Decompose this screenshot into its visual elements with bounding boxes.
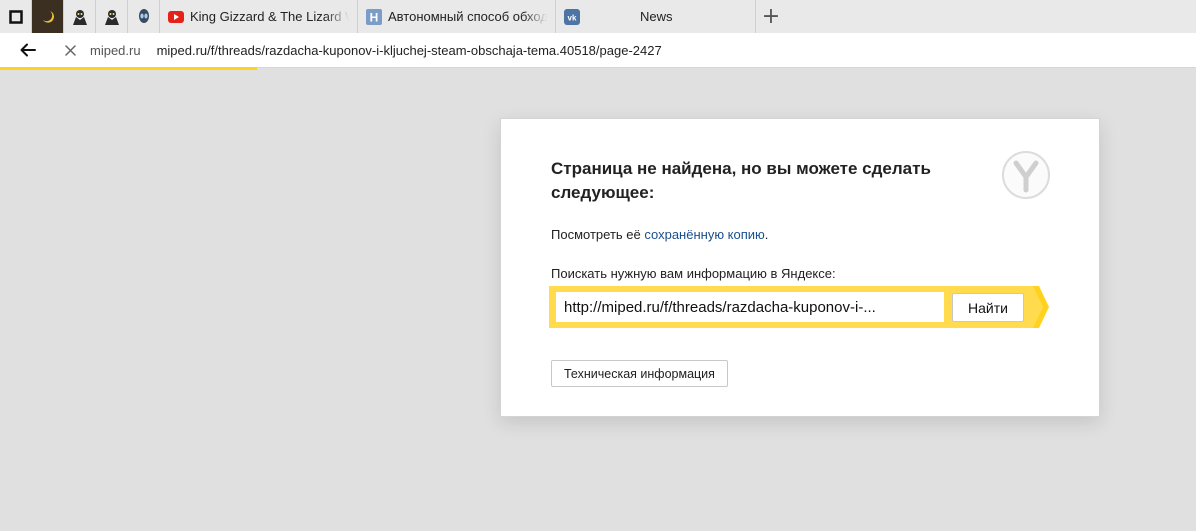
stop-loading-button[interactable] (56, 33, 84, 68)
tab-pinned-5[interactable] (128, 0, 160, 33)
yandex-browser-logo (1002, 151, 1050, 199)
tab-label: Автономный способ обход (388, 9, 547, 24)
tab-label: News (640, 9, 673, 24)
error-card: Страница не найдена, но вы можете сделат… (500, 118, 1100, 417)
square-outline-icon (8, 9, 23, 24)
arrow-left-icon (20, 43, 36, 57)
close-icon (64, 44, 76, 56)
saved-copy-link[interactable]: сохранённую копию (644, 227, 764, 242)
search-input[interactable] (556, 292, 944, 322)
tab-strip: King Gizzard & The Lizard W H Автономный… (0, 0, 1196, 33)
youtube-icon (168, 9, 184, 25)
tab-article[interactable]: H Автономный способ обход (358, 0, 556, 33)
svg-text:vk: vk (568, 13, 577, 22)
tech-info-button[interactable]: Техническая информация (551, 360, 728, 387)
saved-copy-prefix: Посмотреть её (551, 227, 645, 242)
tab-vk[interactable]: vk News (556, 0, 756, 33)
tab-label: King Gizzard & The Lizard W (190, 9, 349, 24)
url-field[interactable]: miped.ru/f/threads/razdacha-kuponov-i-kl… (157, 43, 662, 58)
search-prompt: Поискать нужную вам информацию в Яндексе… (551, 266, 836, 281)
address-bar: miped.ru miped.ru/f/threads/razdacha-kup… (0, 33, 1196, 68)
url-host[interactable]: miped.ru (90, 43, 141, 58)
plus-icon: + (761, 4, 781, 29)
tab-youtube[interactable]: King Gizzard & The Lizard W (160, 0, 358, 33)
loading-progress-bar (0, 67, 257, 70)
yandex-search-box: Найти (549, 286, 1049, 328)
alien-icon (138, 8, 149, 23)
saved-copy-line: Посмотреть её сохранённую копию. (551, 227, 768, 242)
svg-text:H: H (370, 10, 379, 24)
tab-pinned-2[interactable] (32, 0, 64, 33)
search-button[interactable]: Найти (952, 293, 1024, 322)
n-letter-icon: H (366, 8, 382, 25)
tab-pinned-4[interactable] (96, 0, 128, 33)
back-button[interactable] (0, 33, 56, 68)
avatar-icon (72, 9, 87, 25)
vk-icon: vk (564, 8, 580, 25)
tab-pinned-1[interactable] (0, 0, 32, 33)
moon-icon (42, 10, 54, 23)
saved-copy-suffix: . (764, 227, 769, 242)
tab-pinned-3[interactable] (64, 0, 96, 33)
new-tab-button[interactable]: + (756, 0, 786, 33)
page-title: Страница не найдена, но вы можете сделат… (551, 159, 931, 202)
avatar-icon (104, 9, 119, 25)
